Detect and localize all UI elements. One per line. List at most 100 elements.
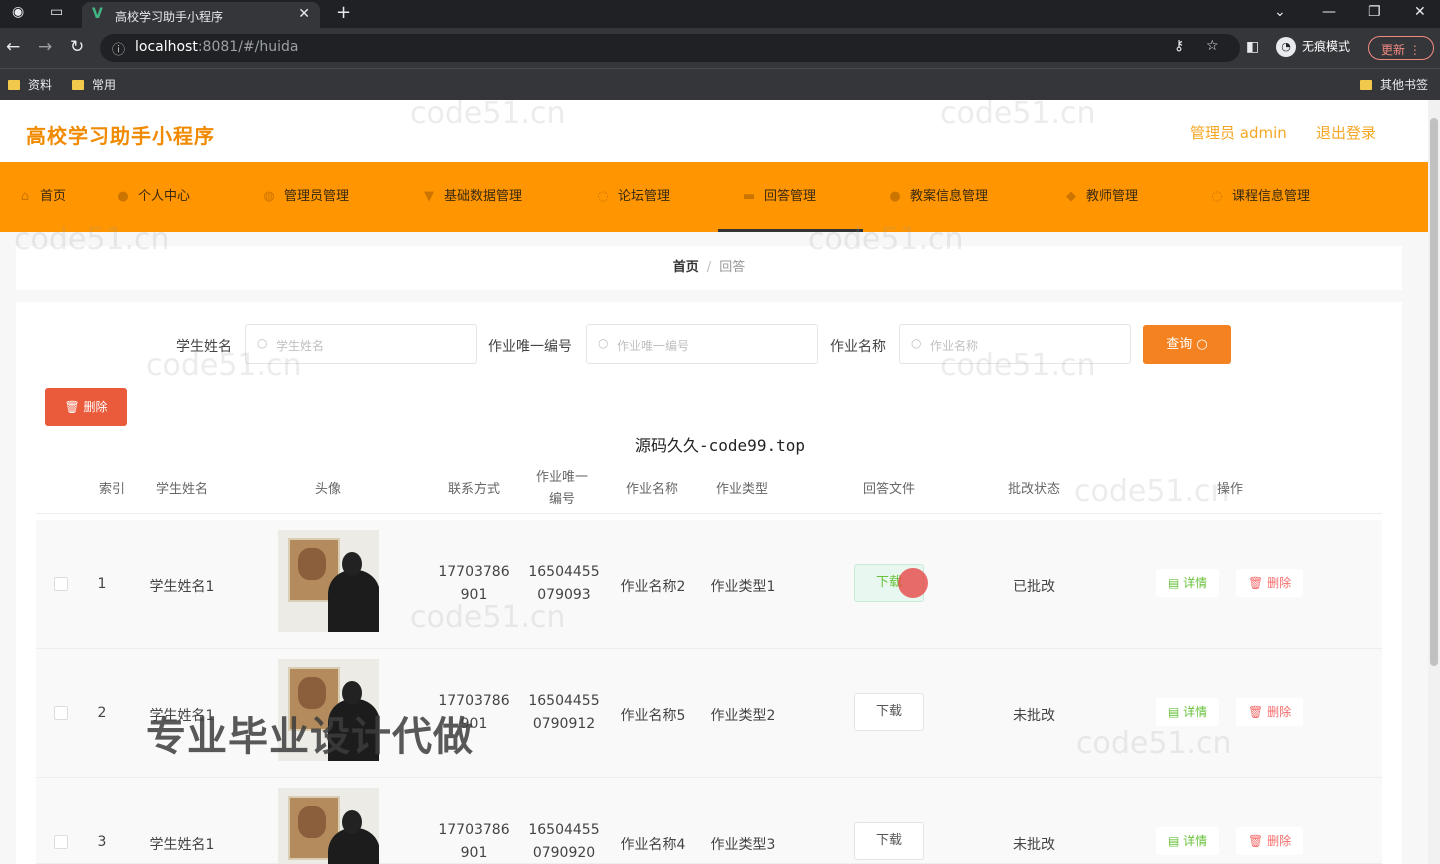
app-header: 高校学习助手小程序 管理员 admin 退出登录 (0, 100, 1428, 162)
col-review-status: 批改状态 (1007, 482, 1060, 497)
bookmark-star-icon[interactable]: ☆ (1206, 38, 1219, 54)
row-delete-button[interactable]: 🗑 删除 (1236, 569, 1304, 597)
input-placeholder: 学生姓名 (276, 339, 325, 353)
bookmark-folder-ziliao[interactable]: 资料 (8, 76, 52, 93)
forward-icon[interactable]: → (38, 37, 52, 57)
nav-item-courses[interactable]: ◌ 课程信息管理 (1210, 162, 1310, 232)
home-icon: ⌂ (20, 189, 30, 204)
row-delete-button[interactable]: 🗑 删除 (1236, 698, 1304, 726)
bookmark-folder-changyong[interactable]: 常用 (72, 76, 116, 93)
folder-icon (72, 80, 84, 90)
search-icon: ○ (911, 336, 922, 350)
address-bar[interactable]: ⓘ localhost:8081/#/huida ⚷ ☆ (100, 34, 1240, 62)
nav-item-answers[interactable]: ▬ 回答管理 (718, 162, 863, 232)
cell-phone-2: 901 (460, 845, 488, 861)
browser-menu-icon[interactable]: ◉ (12, 4, 24, 20)
incognito-indicator[interactable]: ◔ 无痕模式 (1276, 37, 1350, 57)
trash-icon: 🗑 (64, 400, 80, 414)
ad-banner-text: 源码久久-code99.top (635, 436, 805, 455)
tab-list-icon[interactable]: ⌄ (1274, 4, 1286, 20)
answer-icon: ▬ (742, 189, 756, 204)
nav-item-home[interactable]: ⌂ 首页 (18, 162, 66, 232)
nav-label: 课程信息管理 (1232, 189, 1311, 204)
promo-overlay-text: 专业毕业设计代做 (146, 714, 474, 760)
query-button[interactable]: 查询 ○ (1143, 325, 1231, 364)
breadcrumb-home[interactable]: 首页 (673, 260, 699, 275)
tab-search-icon[interactable]: ▭ (50, 4, 63, 20)
scrollbar-thumb[interactable] (1430, 118, 1438, 666)
detail-label: 详情 (1183, 834, 1208, 848)
homework-id-input[interactable]: ○ 作业唯一编号 (586, 324, 818, 364)
cell-review-status: 已批改 (1013, 579, 1055, 595)
browser-tab-bar: ◉ ▭ V 高校学习助手小程序 ✕ + ⌄ — ❐ ✕ (0, 0, 1440, 28)
cell-student-name: 学生姓名1 (149, 579, 215, 595)
breadcrumb-separator: / (706, 260, 712, 275)
reload-icon[interactable]: ↻ (70, 37, 84, 57)
row-delete-button[interactable]: 🗑 删除 (1236, 827, 1304, 855)
page-scrollbar[interactable] (1428, 100, 1440, 864)
delete-label: 删除 (83, 400, 108, 414)
input-placeholder: 作业唯一编号 (617, 339, 690, 353)
row-checkbox[interactable] (54, 706, 68, 720)
browser-tab[interactable]: V 高校学习助手小程序 ✕ (82, 2, 320, 28)
batch-delete-button[interactable]: 🗑 删除 (45, 388, 127, 426)
col-answer-file: 回答文件 (862, 482, 915, 497)
trash-icon: 🗑 (1248, 576, 1264, 590)
bookmark-label: 资料 (28, 78, 53, 92)
breadcrumb-current: 回答 (719, 260, 746, 275)
update-button[interactable]: 更新 ⋮ (1368, 36, 1434, 60)
download-button[interactable]: 下载 (854, 693, 924, 731)
detail-button[interactable]: ▤ 详情 (1156, 827, 1220, 855)
cell-student-name: 学生姓名1 (149, 837, 215, 853)
mouse-cursor-icon (898, 568, 928, 598)
delete-label: 删除 (1267, 834, 1292, 848)
other-bookmarks[interactable]: 其他书签 (1360, 76, 1428, 93)
nav-label: 回答管理 (764, 189, 817, 204)
nav-item-profile[interactable]: ● 个人中心 (116, 162, 190, 232)
window-close-icon[interactable]: ✕ (1414, 4, 1426, 20)
new-tab-icon[interactable]: + (336, 2, 351, 23)
detail-label: 详情 (1183, 705, 1208, 719)
cell-homework-name: 作业名称2 (620, 579, 686, 595)
sidebar-icon[interactable]: ◧ (1246, 39, 1259, 55)
table-header: 索引 学生姓名 头像 联系方式 作业唯一 编号 作业名称 作业类型 回答文件 批… (36, 458, 1382, 514)
nav-label: 个人中心 (138, 189, 191, 204)
row-checkbox[interactable] (54, 577, 68, 591)
minimize-icon[interactable]: — (1322, 4, 1336, 20)
back-icon[interactable]: ← (6, 37, 20, 57)
cell-phone-1: 17703786 (438, 564, 510, 580)
table-row: 3 学生姓名1 17703786 901 16504455 0790920 作业… (36, 778, 1382, 864)
logout-link[interactable]: 退出登录 (1316, 122, 1376, 143)
search-icon: ○ (257, 336, 268, 350)
update-label: 更新 (1381, 43, 1406, 57)
nav-item-admin[interactable]: ◍ 管理员管理 (262, 162, 349, 232)
admin-user-label[interactable]: 管理员 admin (1190, 122, 1287, 143)
cell-index: 3 (97, 834, 107, 850)
key-icon[interactable]: ⚷ (1174, 38, 1184, 54)
app-title: 高校学习助手小程序 (26, 124, 215, 148)
cell-homework-id-1: 16504455 (528, 693, 600, 709)
cell-homework-name: 作业名称5 (620, 708, 686, 724)
bookmark-label: 常用 (92, 78, 117, 92)
cell-homework-type: 作业类型3 (710, 837, 776, 853)
course-icon: ◌ (1211, 189, 1223, 204)
cell-homework-id-1: 16504455 (528, 822, 600, 838)
query-label: 查询 (1166, 337, 1193, 352)
nav-item-forum[interactable]: ◌ 论坛管理 (596, 162, 670, 232)
detail-button[interactable]: ▤ 详情 (1156, 569, 1220, 597)
nav-item-basic-data[interactable]: ▼ 基础数据管理 (422, 162, 522, 232)
admin-icon: ◍ (263, 189, 275, 204)
tab-close-icon[interactable]: ✕ (298, 6, 310, 22)
bookmark-label: 其他书签 (1380, 78, 1429, 92)
row-checkbox[interactable] (54, 835, 68, 849)
teacher-icon: ◆ (1066, 189, 1076, 204)
homework-name-input[interactable]: ○ 作业名称 (899, 324, 1131, 364)
site-info-icon[interactable]: ⓘ (112, 39, 125, 58)
student-name-input[interactable]: ○ 学生姓名 (245, 324, 477, 364)
nav-item-lessons[interactable]: ● 教案信息管理 (888, 162, 988, 232)
restore-icon[interactable]: ❐ (1368, 4, 1381, 20)
col-homework-id-1: 作业唯一 (535, 470, 588, 485)
download-button[interactable]: 下载 (854, 822, 924, 860)
nav-item-teachers[interactable]: ◆ 教师管理 (1064, 162, 1138, 232)
detail-button[interactable]: ▤ 详情 (1156, 698, 1220, 726)
